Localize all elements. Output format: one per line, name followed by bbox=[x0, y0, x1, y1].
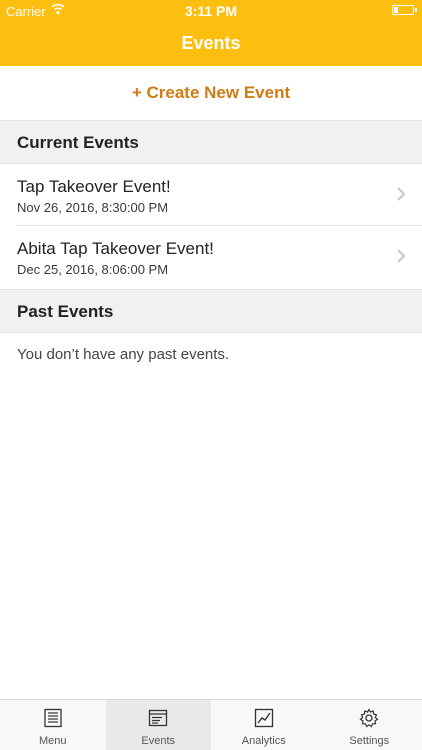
tab-label: Events bbox=[141, 735, 176, 747]
current-events-title: Current Events bbox=[17, 133, 139, 152]
status-bar: Carrier 3:11 PM bbox=[0, 0, 422, 22]
past-events-empty-message: You don’t have any past events. bbox=[17, 346, 230, 363]
tab-label: Menu bbox=[38, 735, 67, 747]
nav-bar: Carrier 3:11 PM Events bbox=[0, 0, 422, 66]
tab-label: Settings bbox=[349, 735, 390, 747]
tab-label: Analytics bbox=[241, 735, 286, 747]
event-row[interactable]: Tap Takeover Event! Nov 26, 2016, 8:30:0… bbox=[0, 164, 422, 226]
tab-events[interactable]: Events bbox=[105, 700, 211, 750]
event-row[interactable]: Abita Tap Takeover Event! Dec 25, 2016, … bbox=[0, 226, 422, 288]
event-date: Nov 26, 2016, 8:30:00 PM bbox=[17, 200, 169, 215]
create-event-button[interactable]: + Create New Event bbox=[0, 66, 422, 120]
battery-icon bbox=[392, 5, 417, 15]
tab-settings[interactable]: Settings bbox=[317, 700, 422, 750]
tab-menu[interactable]: Menu bbox=[0, 700, 106, 750]
page-title: Events bbox=[181, 33, 241, 53]
current-events-header: Current Events bbox=[0, 120, 422, 164]
event-title: Tap Takeover Event! bbox=[17, 177, 171, 196]
event-title: Abita Tap Takeover Event! bbox=[17, 239, 214, 258]
clock: 3:11 PM bbox=[184, 3, 238, 19]
tab-analytics[interactable]: Analytics bbox=[211, 700, 317, 750]
past-events-header: Past Events bbox=[0, 289, 422, 333]
past-events-title: Past Events bbox=[17, 302, 114, 321]
events-icon bbox=[149, 709, 168, 727]
chevron-right-icon bbox=[397, 187, 406, 201]
gear-icon bbox=[359, 708, 379, 728]
event-date: Dec 25, 2016, 8:06:00 PM bbox=[17, 262, 169, 277]
tab-bar: Menu Events Analytics Settings bbox=[0, 699, 422, 750]
menu-icon bbox=[44, 708, 62, 728]
chevron-right-icon bbox=[397, 249, 406, 263]
analytics-icon bbox=[254, 708, 273, 728]
